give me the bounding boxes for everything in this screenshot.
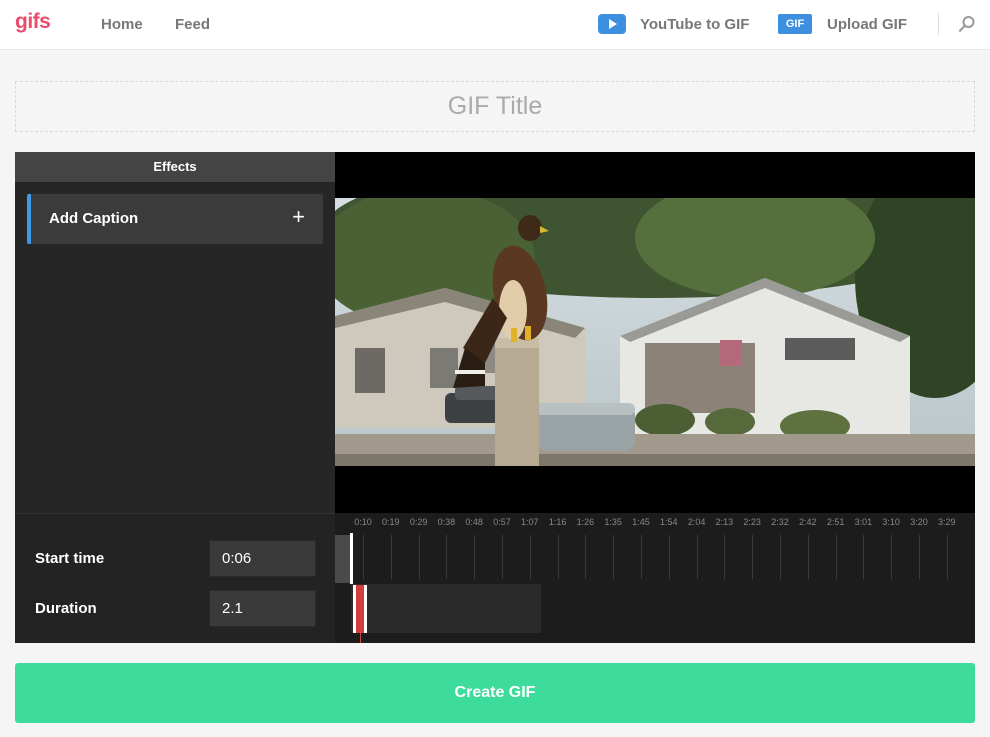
scrub-handle[interactable] [350, 533, 353, 584]
timeline-tick-label: 0:29 [409, 517, 428, 527]
timeline-tick-label: 1:45 [632, 517, 650, 527]
timeline-tick [780, 535, 781, 579]
timeline-tick-label: 0:19 [382, 517, 400, 527]
timeline-tick-label: 2:04 [687, 517, 706, 527]
timeline-tick [502, 535, 503, 579]
timeline-tick [418, 535, 420, 579]
timeline-tick-label: 3:29 [938, 517, 956, 527]
clip-controls: Start time Duration [15, 513, 335, 643]
timeline[interactable]: 0:10 0:19 0:29 0:38 0:48 0:57 1:07 1:16 1:26 1:35… [335, 513, 975, 643]
effects-panel: Effects Add Caption + [15, 152, 335, 513]
timeline-tick [863, 535, 865, 579]
duration-label: Duration [35, 600, 97, 617]
timeline-tick-label: 1:16 [548, 517, 567, 527]
create-gif-button[interactable]: Create GIF [15, 663, 975, 723]
scrub-elapsed [335, 535, 351, 583]
timeline-tick [891, 535, 893, 579]
timeline-tick [390, 535, 392, 579]
header-divider [938, 13, 939, 35]
gif-editor: Effects Add Caption + Start time 0:06 Du… [15, 152, 975, 643]
timeline-tick [363, 535, 364, 579]
timeline-tick [585, 535, 587, 579]
timeline-tick-label: 1:35 [604, 517, 622, 527]
timeline-tick [835, 535, 837, 579]
nav-home-link[interactable]: Home [101, 16, 143, 33]
timeline-tick [696, 535, 698, 579]
timeline-tick-label: 1:07 [521, 517, 539, 527]
youtube-play-icon[interactable] [598, 14, 626, 34]
timeline-tick-label: 2:13 [715, 517, 734, 527]
timeline-tick-label: 2:51 [826, 517, 845, 527]
timeline-tick-label: 0:57 [493, 517, 511, 527]
timeline-tick [474, 535, 476, 579]
timeline-tick [613, 535, 615, 579]
timeline-tick [529, 535, 531, 579]
timeline-tick [752, 535, 754, 579]
playhead [360, 585, 361, 643]
timeline-tick [946, 535, 948, 579]
plus-icon: + [292, 204, 305, 229]
timeline-tick-label: 3:10 [882, 517, 900, 527]
timeline-tick [919, 535, 920, 579]
timeline-tick-label: 0:38 [437, 517, 456, 527]
gif-badge-icon[interactable]: GIF [778, 14, 812, 34]
video-frame-image [335, 198, 975, 466]
timeline-tick [557, 535, 559, 579]
top-header: gifs Home Feed YouTube to GIF GIF Upload… [0, 0, 990, 50]
gif-title-input[interactable] [15, 81, 975, 132]
timeline-tick [641, 535, 642, 579]
duration-input[interactable] [209, 590, 316, 627]
timeline-tick-label: 0:48 [465, 517, 483, 527]
video-preview[interactable] [335, 152, 975, 513]
nav-feed-link[interactable]: Feed [175, 16, 210, 33]
timeline-tick-label: 3:01 [854, 517, 873, 527]
gifs-logo[interactable]: gifs [15, 10, 51, 34]
youtube-to-gif-link[interactable]: YouTube to GIF [640, 16, 749, 33]
timeline-tick [724, 535, 726, 579]
timeline-strip[interactable] [351, 584, 541, 633]
timeline-tick-labels: 0:10 0:19 0:29 0:38 0:48 0:57 1:07 1:16 1:26 1:35… [335, 517, 975, 529]
timeline-tick-label: 1:54 [660, 517, 678, 527]
search-icon[interactable] [958, 15, 976, 33]
timeline-tick-label: 2:32 [771, 517, 789, 527]
start-time-label: Start time [35, 550, 105, 567]
upload-gif-link[interactable]: Upload GIF [827, 16, 907, 33]
add-caption-label: Add Caption [49, 210, 139, 227]
timeline-tick [446, 535, 448, 579]
timeline-ticks [335, 535, 975, 581]
timeline-tick [807, 535, 809, 579]
timeline-tick-label: 2:23 [743, 517, 761, 527]
effects-header: Effects [15, 152, 335, 182]
timeline-tick [668, 535, 670, 579]
start-time-input[interactable] [209, 540, 316, 577]
timeline-tick-label: 3:20 [910, 517, 928, 527]
add-caption-button[interactable]: Add Caption + [27, 194, 323, 244]
timeline-tick-label: 0:10 [354, 517, 372, 527]
timeline-tick-label: 2:42 [799, 517, 817, 527]
timeline-tick-label: 1:26 [576, 517, 595, 527]
